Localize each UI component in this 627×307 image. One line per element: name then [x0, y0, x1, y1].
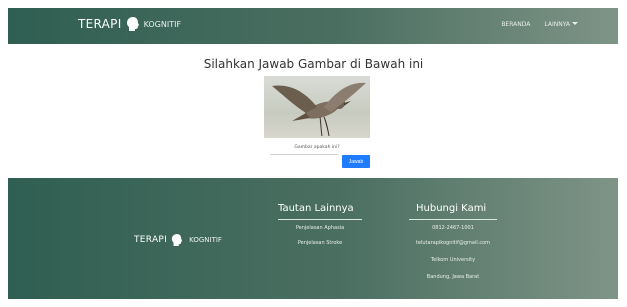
bird-image	[264, 76, 370, 138]
contact-location: Bandung, Jawa Barat	[426, 274, 480, 280]
tautan-underline	[278, 219, 362, 220]
footer-brand-logo[interactable]: TERAPI KOGNITIF	[134, 232, 222, 248]
footer-link-aphasia[interactable]: Penjelasan Aphasia	[270, 225, 370, 231]
hubungi-title: Hubungi Kami	[416, 203, 487, 214]
brand-logo[interactable]: TERAPI KOGNITIF	[78, 16, 181, 32]
nav-other-dropdown[interactable]: LAINNYA	[544, 21, 578, 28]
footer-link-stroke[interactable]: Penjelasan Stroke	[270, 240, 370, 246]
hubungi-underline	[409, 219, 497, 220]
contact-university: Telkom University	[430, 257, 476, 263]
footer: TERAPI KOGNITIF Tautan Lainnya Penjelasa…	[8, 178, 618, 299]
page-title: Silahkan Jawab Gambar di Bawah ini	[203, 57, 424, 71]
head-silhouette-icon	[126, 16, 140, 32]
brand-subtext: KOGNITIF	[143, 19, 182, 29]
brand-text: TERAPI	[78, 17, 122, 31]
top-navbar: TERAPI KOGNITIF BERANDA LAINNYA	[8, 8, 618, 44]
caret-down-icon	[572, 22, 578, 25]
head-silhouette-icon	[171, 232, 185, 248]
answer-input[interactable]	[270, 155, 342, 170]
footer-brand-subtext: KOGNITIF	[189, 236, 222, 244]
tautan-title: Tautan Lainnya	[278, 203, 354, 214]
nav-other-label: LAINNYA	[544, 21, 570, 28]
nav-links: BERANDA LAINNYA	[501, 21, 578, 28]
nav-home-link[interactable]: BERANDA	[501, 21, 530, 28]
answer-button[interactable]: Jawab	[342, 155, 370, 168]
answer-underline	[270, 154, 338, 155]
question-text: Gambar apakah ini?	[294, 145, 340, 150]
contact-email[interactable]: telutarapikognitif@gmail.com	[393, 240, 513, 246]
contact-phone: 0812-2467-1001	[432, 225, 474, 231]
footer-brand-text: TERAPI	[134, 235, 168, 245]
